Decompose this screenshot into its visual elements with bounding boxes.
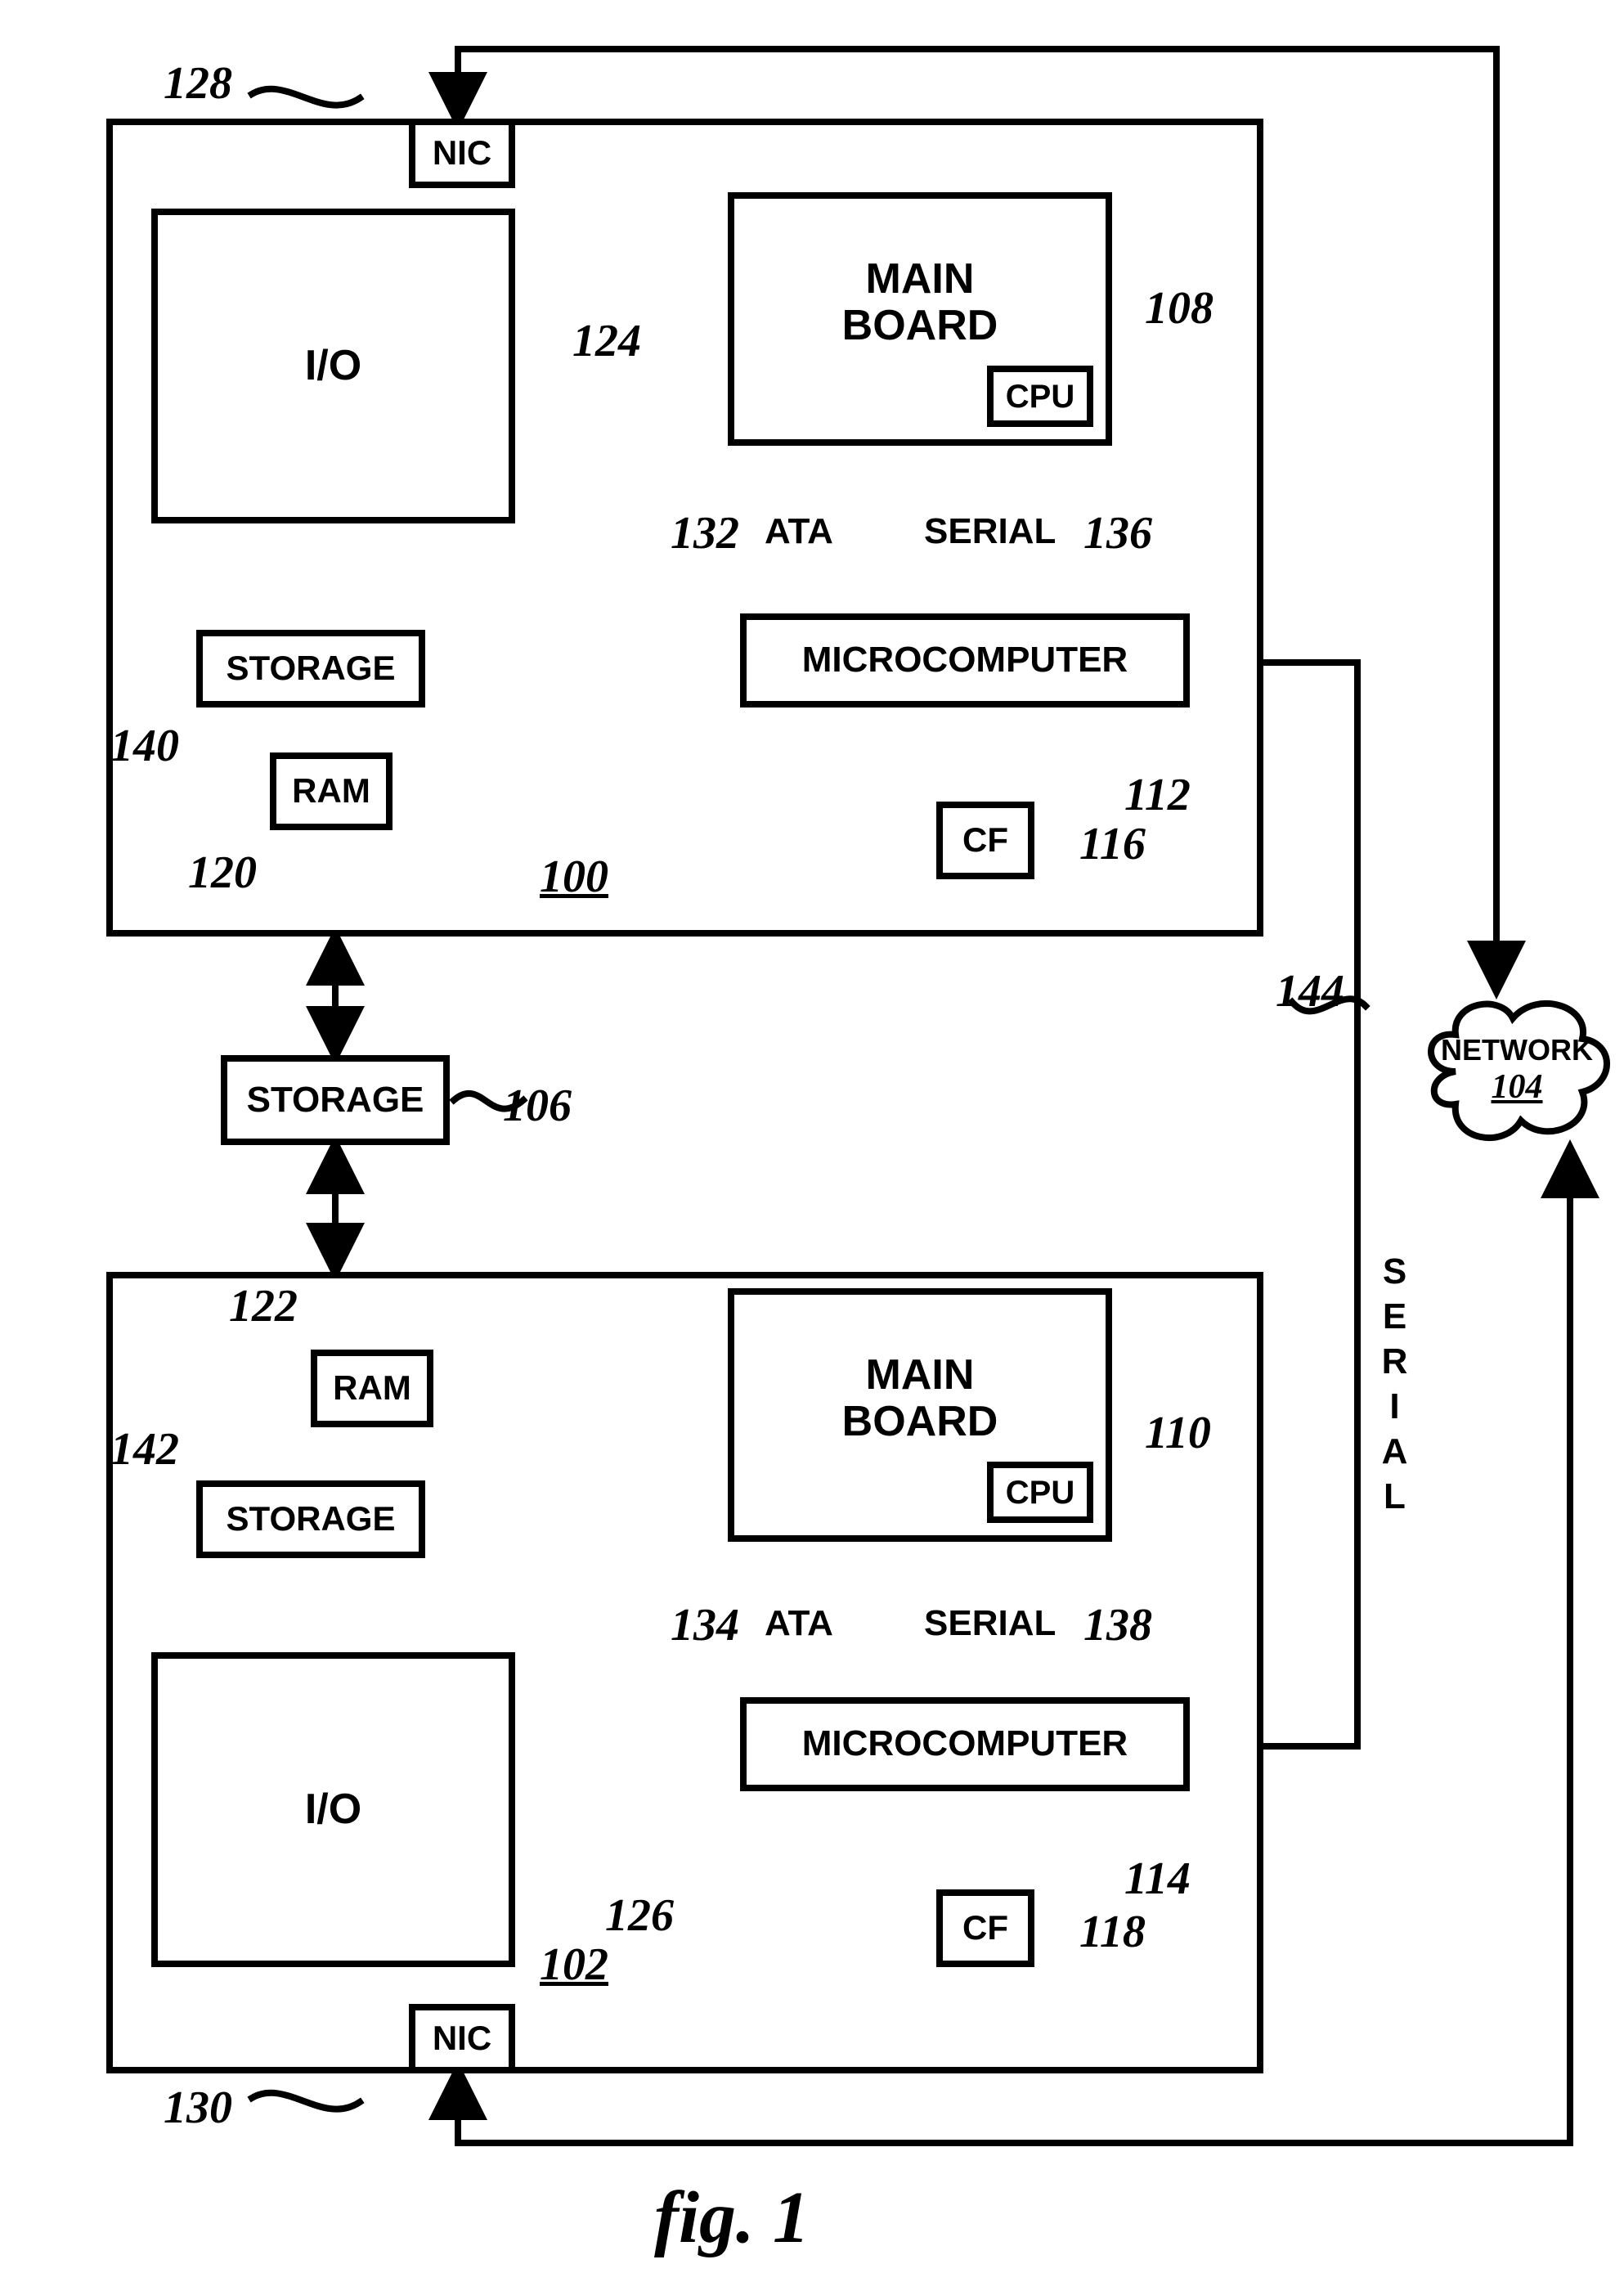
serial-top-label: SERIAL — [924, 511, 1056, 552]
ram-bottom-label: RAM — [333, 1369, 411, 1407]
micro-bottom-ref: 114 — [1124, 1853, 1191, 1905]
micro-top: MICROCOMPUTER — [740, 613, 1190, 708]
cpu-bottom: CPU — [987, 1462, 1093, 1523]
cpu-bottom-label: CPU — [1006, 1475, 1074, 1511]
unit-top-ref: 100 — [540, 851, 608, 903]
storage-bottom-label: STORAGE — [227, 1500, 396, 1538]
mainboard-bottom: MAIN BOARD CPU — [728, 1288, 1112, 1542]
ram-top-ref: 120 — [188, 847, 257, 899]
nic-bottom-label: NIC — [433, 2019, 491, 2057]
nic-bottom: NIC — [409, 2004, 515, 2073]
figure-caption: fig. 1 — [654, 2176, 810, 2260]
storage-top: STORAGE — [196, 630, 425, 708]
serial-top-ref: 136 — [1083, 507, 1152, 559]
micro-top-label: MICROCOMPUTER — [802, 640, 1128, 680]
ram-top: RAM — [270, 752, 393, 830]
nic-top-label: NIC — [433, 134, 491, 172]
serial-vertical-label: SERIAL — [1374, 1251, 1415, 1521]
ram-bottom: RAM — [311, 1350, 433, 1427]
ram-bottom-ref: 122 — [229, 1280, 298, 1332]
serial-bottom-label: SERIAL — [924, 1603, 1056, 1644]
io-top: I/O — [151, 209, 515, 523]
ata-bottom-label: ATA — [765, 1603, 833, 1644]
io-bottom-label: I/O — [305, 1786, 361, 1833]
shared-storage-ref: 106 — [503, 1080, 572, 1132]
cf-top-label: CF — [962, 821, 1008, 859]
cf-bottom: CF — [936, 1889, 1034, 1967]
micro-bottom: MICROCOMPUTER — [740, 1697, 1190, 1791]
cpu-top-label: CPU — [1006, 379, 1074, 415]
nic-top-ref: 128 — [164, 57, 232, 110]
mainboard-top: MAIN BOARD CPU — [728, 192, 1112, 446]
storage-top-ref: 140 — [110, 720, 179, 772]
cpu-top: CPU — [987, 366, 1093, 427]
mainboard-bottom-ref: 110 — [1145, 1407, 1211, 1459]
storage-bottom-ref: 142 — [110, 1423, 179, 1476]
ata-bottom-ref: 134 — [671, 1599, 739, 1651]
ata-top-ref: 132 — [671, 507, 739, 559]
serial-link-ref: 144 — [1276, 965, 1344, 1017]
cf-top: CF — [936, 802, 1034, 879]
mainboard-bottom-label: MAIN BOARD — [842, 1352, 998, 1445]
io-link-top-ref: 124 — [572, 315, 641, 367]
unit-bottom-ref: 102 — [540, 1938, 608, 1991]
micro-bottom-label: MICROCOMPUTER — [802, 1724, 1128, 1763]
ata-top-label: ATA — [765, 511, 833, 552]
io-link-bottom-ref: 126 — [605, 1889, 674, 1942]
io-top-label: I/O — [305, 343, 361, 389]
network-cloud: NETWORK 104 — [1423, 990, 1611, 1149]
serial-bottom-ref: 138 — [1083, 1599, 1152, 1651]
mainboard-top-ref: 108 — [1145, 282, 1214, 335]
network-label: NETWORK — [1441, 1033, 1593, 1067]
shared-storage: STORAGE — [221, 1055, 450, 1145]
storage-top-label: STORAGE — [227, 649, 396, 687]
ram-top-label: RAM — [292, 772, 370, 810]
shared-storage-label: STORAGE — [247, 1080, 424, 1120]
cf-top-ref: 116 — [1079, 818, 1146, 870]
io-bottom: I/O — [151, 1652, 515, 1967]
cf-bottom-ref: 118 — [1079, 1906, 1146, 1958]
cf-bottom-label: CF — [962, 1909, 1008, 1947]
nic-top: NIC — [409, 119, 515, 188]
nic-bottom-ref: 130 — [164, 2082, 232, 2134]
mainboard-top-label: MAIN BOARD — [842, 256, 998, 349]
storage-bottom: STORAGE — [196, 1480, 425, 1558]
micro-top-ref: 112 — [1124, 769, 1191, 821]
network-ref: 104 — [1492, 1067, 1543, 1107]
